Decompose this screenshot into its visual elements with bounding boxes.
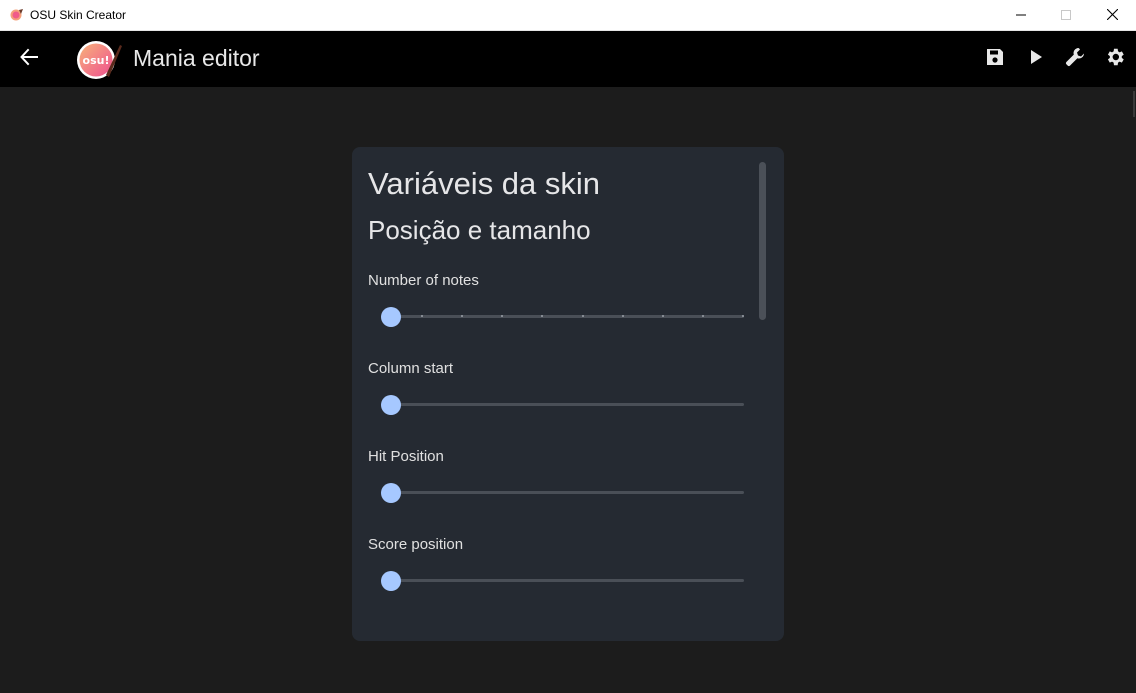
page-title: Mania editor	[133, 45, 260, 71]
setting-row: Column start	[368, 360, 748, 448]
close-button[interactable]	[1089, 0, 1135, 31]
settings-button[interactable]	[1102, 46, 1128, 72]
setting-label: Hit Position	[368, 448, 444, 465]
slider-thumb[interactable]	[381, 395, 401, 415]
save-button[interactable]	[982, 46, 1008, 72]
section-title: Posição e tamanho	[368, 215, 591, 245]
app-bar: osu! Mania editor	[0, 31, 1136, 87]
play-button[interactable]	[1023, 46, 1049, 72]
settings-list: Number of notes Column start Hit Position S…	[368, 272, 748, 625]
setting-slider[interactable]	[381, 394, 744, 415]
window-titlebar: OSU Skin Creator	[0, 0, 1136, 31]
setting-label: Score position	[368, 536, 464, 553]
slider-tick	[582, 315, 584, 317]
app-icon	[10, 8, 24, 22]
setting-label: Combo position	[368, 624, 472, 625]
setting-slider[interactable]	[381, 482, 744, 503]
minimize-icon	[1016, 7, 1026, 25]
setting-slider[interactable]	[381, 306, 744, 327]
slider-tick	[421, 315, 423, 317]
slider-thumb[interactable]	[381, 571, 401, 591]
slider-track[interactable]	[381, 491, 744, 494]
slider-tick	[501, 315, 503, 317]
osu-logo: osu!	[76, 39, 122, 81]
skin-variables-card: Variáveis da skin Posição e tamanho Numb…	[352, 147, 784, 641]
tools-button[interactable]	[1062, 46, 1088, 72]
card-scrollbar[interactable]	[759, 162, 766, 320]
setting-slider[interactable]	[381, 570, 744, 591]
slider-track[interactable]	[381, 315, 744, 318]
slider-tick	[662, 315, 664, 317]
back-button[interactable]	[16, 46, 42, 72]
card-heading: Variáveis da skin	[368, 166, 601, 201]
play-icon	[1028, 48, 1044, 71]
logo-text: osu!	[83, 54, 110, 67]
slider-tick	[541, 315, 543, 317]
slider-track[interactable]	[381, 579, 744, 582]
slider-thumb[interactable]	[381, 307, 401, 327]
back-arrow-icon	[20, 48, 38, 71]
card-scroll-area[interactable]: Variáveis da skin Posição e tamanho Numb…	[368, 163, 748, 625]
setting-label: Number of notes	[368, 272, 479, 289]
save-icon	[985, 47, 1005, 72]
slider-track[interactable]	[381, 403, 744, 406]
wrench-icon	[1064, 46, 1086, 73]
slider-tick	[702, 315, 704, 317]
setting-row: Hit Position	[368, 448, 748, 536]
setting-row: Combo position	[368, 624, 748, 625]
setting-label: Column start	[368, 360, 454, 377]
setting-row: Score position	[368, 536, 748, 624]
maximize-button[interactable]	[1043, 0, 1089, 31]
maximize-icon	[1061, 7, 1071, 25]
window-edge-marker	[1133, 91, 1135, 117]
slider-tick	[461, 315, 463, 317]
window-title: OSU Skin Creator	[30, 8, 127, 22]
close-icon	[1106, 7, 1118, 25]
setting-row: Number of notes	[368, 272, 748, 360]
gear-icon	[1104, 46, 1126, 73]
slider-tick	[742, 315, 744, 317]
slider-thumb[interactable]	[381, 483, 401, 503]
minimize-button[interactable]	[998, 0, 1044, 31]
slider-tick	[622, 315, 624, 317]
